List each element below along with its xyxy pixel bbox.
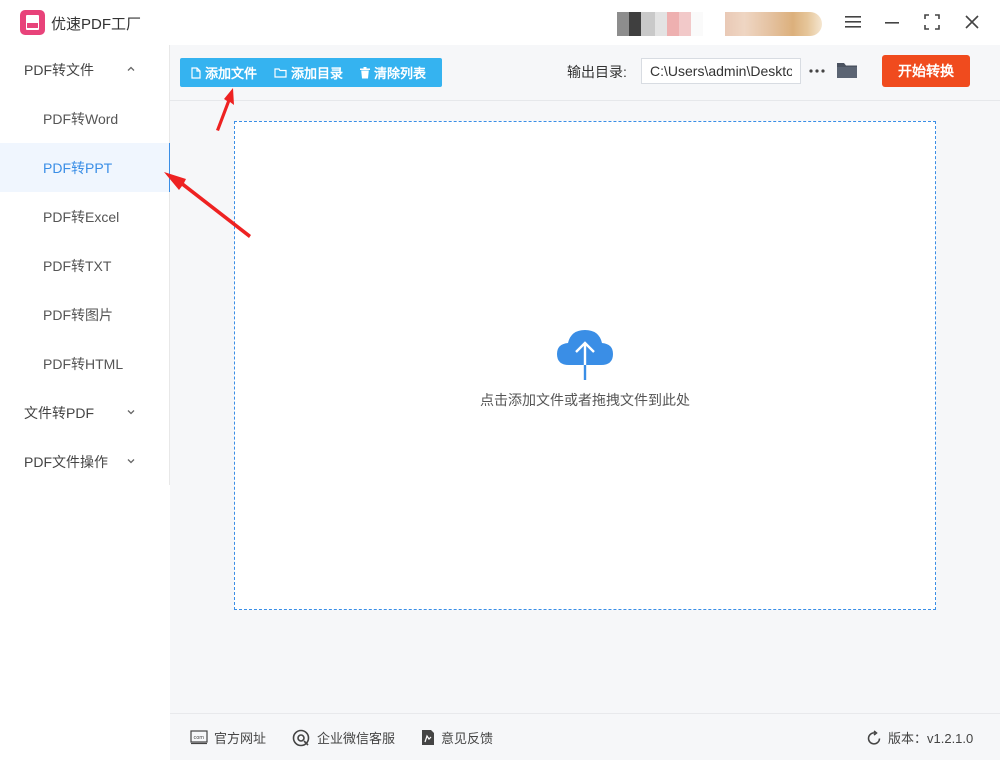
cloud-upload-icon [557,330,613,380]
chevron-down-icon [127,410,135,415]
sidebar-item-pdf-to-html[interactable]: PDF转HTML [0,339,170,388]
wechat-service-link[interactable]: 企业微信客服 [292,728,395,747]
svg-text:com: com [194,735,205,741]
sidebar-group-label: PDF文件操作 [24,453,108,470]
file-icon [191,66,201,79]
website-link[interactable]: com 官方网址 [190,728,266,747]
open-folder-button[interactable] [836,60,858,82]
sidebar-item-pdf-to-ppt[interactable]: PDF转PPT [0,143,171,192]
menu-icon [845,16,861,28]
refresh-icon [867,729,881,745]
output-dir-input[interactable] [641,58,801,84]
toolbar-divider [170,100,1000,101]
website-icon: com [190,730,208,745]
sidebar-item-label: PDF转TXT [43,257,112,274]
sidebar-item-label: PDF转Excel [43,208,120,225]
blurred-account-badge[interactable] [725,12,822,36]
sidebar-item-label: PDF转HTML [43,355,124,372]
maximize-button[interactable] [919,9,945,35]
output-dir-label: 输出目录: [567,64,627,80]
sidebar-group-file-to-pdf[interactable]: 文件转PDF [0,388,170,437]
close-icon [965,15,979,29]
sidebar-item-pdf-to-image[interactable]: PDF转图片 [0,290,170,339]
folder-icon [837,63,857,78]
trash-icon [360,66,371,78]
chevron-down-icon [127,459,135,464]
sidebar-item-label: PDF转Word [43,110,119,127]
file-toolbar: 添加文件 添加目录 清除列表 [180,58,442,87]
website-label: 官方网址 [214,731,267,746]
sidebar-group-pdf-operations[interactable]: PDF文件操作 [0,437,170,486]
sidebar-item-pdf-to-txt[interactable]: PDF转TXT [0,241,170,290]
version-label: 版本：v1.2.1.0 [888,731,974,746]
sidebar-group-label: 文件转PDF [24,404,94,421]
version-info[interactable]: 版本：v1.2.1.0 [866,728,973,747]
feedback-icon [422,730,434,745]
clear-list-label: 清除列表 [374,66,427,81]
app-logo-icon [20,10,45,35]
drop-hint-text: 点击添加文件或者拖拽文件到此处 [480,392,690,408]
add-folder-label: 添加目录 [291,66,344,81]
more-dots-icon [809,69,825,73]
chat-icon [292,729,310,746]
clear-list-button[interactable]: 清除列表 [360,58,426,87]
sidebar-item-label: PDF转PPT [43,159,113,176]
minimize-button[interactable] [879,9,905,35]
sidebar-item-pdf-to-word[interactable]: PDF转Word [0,94,170,143]
start-convert-button[interactable]: 开始转换 [882,55,970,87]
folder-outline-icon [274,68,287,78]
add-file-button[interactable]: 添加文件 [191,58,257,87]
wechat-label: 企业微信客服 [317,731,396,746]
close-button[interactable] [959,9,985,35]
sidebar: PDF转文件 PDF转Word PDF转PPT PDF转Excel PDF转TX… [0,45,171,486]
add-folder-button[interactable]: 添加目录 [274,58,343,87]
minimize-icon [885,22,899,24]
chevron-up-icon [127,66,135,71]
browse-more-button[interactable] [806,60,828,82]
sidebar-group-label: PDF转文件 [24,61,94,78]
feedback-link[interactable]: 意见反馈 [421,728,493,747]
maximize-icon [924,14,940,30]
menu-button[interactable] [840,9,866,35]
add-file-label: 添加文件 [205,66,258,81]
sidebar-item-pdf-to-excel[interactable]: PDF转Excel [0,192,170,241]
sidebar-group-pdf-to-file[interactable]: PDF转文件 [0,45,170,94]
title-bar: 优速PDF工厂 [0,0,1000,45]
sidebar-item-label: PDF转图片 [43,306,113,323]
feedback-label: 意见反馈 [441,731,494,746]
blurred-username [617,12,703,36]
app-title: 优速PDF工厂 [51,16,142,33]
